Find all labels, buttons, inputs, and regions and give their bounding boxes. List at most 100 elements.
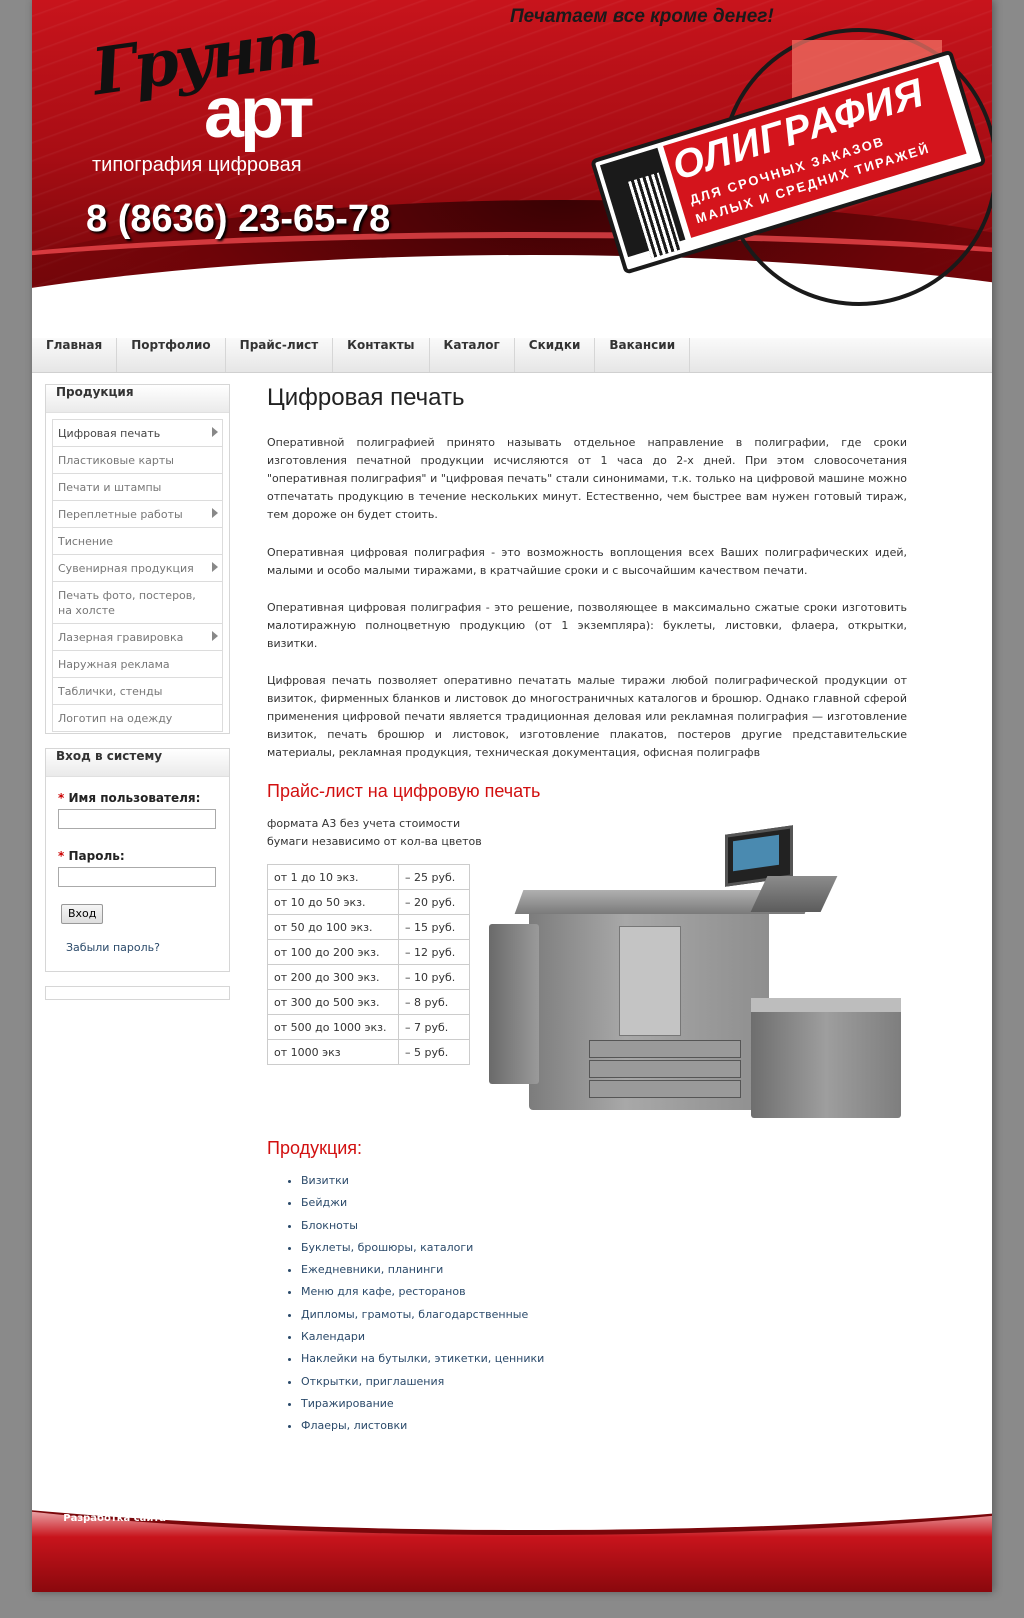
sidebar-item[interactable]: Цифровая печать bbox=[53, 420, 222, 447]
product-link[interactable]: Тиражирование bbox=[301, 1393, 544, 1415]
login-box: Вход в систему * Имя пользователя: * Пар… bbox=[45, 748, 230, 972]
paragraph-4: Цифровая печать позволяет оперативно печ… bbox=[267, 674, 907, 759]
product-list: ВизиткиБейджиБлокнотыБуклеты, брошюры, к… bbox=[287, 1170, 544, 1438]
sidebar-item[interactable]: Печати и штампы bbox=[53, 474, 222, 501]
price-value-cell: – 15 руб. bbox=[398, 914, 470, 940]
developer-credit[interactable]: Разработка сайта – Станислав Романов bbox=[32, 1511, 322, 1527]
header-banner: Печатаем все кроме денег! Грунт арт типо… bbox=[32, 0, 992, 345]
page-title: Цифровая печать bbox=[267, 384, 465, 411]
products-menu: Продукция Цифровая печать Пластиковые кар… bbox=[45, 384, 230, 734]
price-value-cell: – 10 руб. bbox=[398, 964, 470, 990]
product-link[interactable]: Открытки, приглашения bbox=[301, 1371, 544, 1393]
password-label: * Пароль: bbox=[58, 849, 125, 863]
empty-sidebar-box bbox=[45, 986, 230, 1000]
sidebar-item-label: Сувенирная продукция bbox=[58, 562, 194, 575]
price-value-cell: – 7 руб. bbox=[398, 1014, 470, 1040]
nav-item-price-list[interactable]: Прайс-лист bbox=[226, 338, 334, 372]
slogan: Печатаем все кроме денег! bbox=[510, 6, 774, 27]
price-row: от 300 до 500 экз. – 8 руб. bbox=[267, 989, 470, 1015]
product-link[interactable]: Дипломы, грамоты, благодарственные bbox=[301, 1304, 544, 1326]
products-title: Продукция: bbox=[267, 1138, 363, 1158]
sidebar-item-label: Тиснение bbox=[58, 535, 113, 548]
product-link[interactable]: Бейджи bbox=[301, 1192, 544, 1214]
sidebar-item[interactable]: Печать фото, постеров, на холсте bbox=[53, 582, 222, 624]
price-value-cell: – 12 руб. bbox=[398, 939, 470, 965]
price-row: от 50 до 100 экз. – 15 руб. bbox=[267, 914, 470, 940]
price-row: от 1 до 10 экз. – 25 руб. bbox=[267, 864, 470, 890]
sidebar-item-label: Печать фото, постеров, на холсте bbox=[58, 589, 196, 617]
products-menu-title: Продукция bbox=[46, 385, 229, 413]
sidebar-item[interactable]: Наружная реклама bbox=[53, 651, 222, 678]
price-range-cell: от 10 до 50 экз. bbox=[267, 889, 399, 915]
price-row: от 200 до 300 экз. – 10 руб. bbox=[267, 964, 470, 990]
forgot-password-link[interactable]: Забыли пароль? bbox=[66, 941, 160, 954]
price-range-cell: от 100 до 200 экз. bbox=[267, 939, 399, 965]
price-range-cell: от 1 до 10 экз. bbox=[267, 864, 399, 890]
logo-subtitle: типография цифровая bbox=[92, 154, 302, 176]
sidebar-item[interactable]: Тиснение bbox=[53, 528, 222, 555]
price-value-cell: – 5 руб. bbox=[398, 1039, 470, 1065]
paragraph-3: Оперативная цифровая полиграфия - это ре… bbox=[267, 601, 907, 650]
sidebar-item[interactable]: Пластиковые карты bbox=[53, 447, 222, 474]
price-table: от 1 до 10 экз. – 25 руб. от 10 до 50 экз.… bbox=[267, 864, 470, 1065]
price-note: формата А3 без учета стоимости бумаги не… bbox=[267, 817, 482, 848]
page: Печатаем все кроме денег! Грунт арт типо… bbox=[32, 0, 992, 1592]
nav-item-catalog[interactable]: Каталог bbox=[430, 338, 515, 372]
sidebar-item-label: Лазерная гравировка bbox=[58, 631, 184, 644]
price-value-cell: – 8 руб. bbox=[398, 989, 470, 1015]
sidebar-item[interactable]: Таблички, стенды bbox=[53, 678, 222, 705]
price-row: от 10 до 50 экз. – 20 руб. bbox=[267, 889, 470, 915]
price-value-cell: – 20 руб. bbox=[398, 889, 470, 915]
product-link[interactable]: Буклеты, брошюры, каталоги bbox=[301, 1237, 544, 1259]
nav-item-home[interactable]: Главная bbox=[32, 338, 118, 372]
product-link[interactable]: Блокноты bbox=[301, 1215, 544, 1237]
submenu-arrow-icon bbox=[212, 427, 218, 437]
submenu-arrow-icon bbox=[212, 562, 218, 572]
paragraph-1: Оперативной полиграфией принято называть… bbox=[267, 436, 907, 521]
products-menu-list: Цифровая печать Пластиковые карты Печати и… bbox=[52, 419, 223, 732]
password-input[interactable] bbox=[58, 867, 216, 887]
sidebar-item[interactable]: Логотип на одежду bbox=[53, 705, 222, 731]
price-list-title: Прайс-лист на цифровую печать bbox=[267, 781, 541, 801]
product-link[interactable]: Наклейки на бутылки, этикетки, ценники bbox=[301, 1348, 544, 1370]
sidebar-item-label: Цифровая печать bbox=[58, 427, 161, 440]
price-row: от 500 до 1000 экз. – 7 руб. bbox=[267, 1014, 470, 1040]
sidebar-item-label: Переплетные работы bbox=[58, 508, 183, 521]
username-input[interactable] bbox=[58, 809, 216, 829]
product-link[interactable]: Визитки bbox=[301, 1170, 544, 1192]
product-link[interactable]: Ежедневники, планинги bbox=[301, 1259, 544, 1281]
paragraph-2: Оперативная цифровая полиграфия - это во… bbox=[267, 546, 907, 577]
username-label: * Имя пользователя: bbox=[58, 791, 201, 805]
price-range-cell: от 50 до 100 экз. bbox=[267, 914, 399, 940]
price-range-cell: от 1000 экз bbox=[267, 1039, 399, 1065]
price-row: от 100 до 200 экз. – 12 руб. bbox=[267, 939, 470, 965]
submenu-arrow-icon bbox=[212, 631, 218, 641]
price-value-cell: – 25 руб. bbox=[398, 864, 470, 890]
nav-item-contacts[interactable]: Контакты bbox=[333, 338, 430, 372]
sidebar-item-label: Пластиковые карты bbox=[58, 454, 174, 467]
nav-item-portfolio[interactable]: Портфолио bbox=[117, 338, 226, 372]
footer bbox=[32, 1470, 992, 1592]
required-mark: * bbox=[58, 849, 65, 863]
submenu-arrow-icon bbox=[212, 508, 218, 518]
copyright-text: © Грунт Арт 2011 bbox=[126, 1497, 228, 1508]
sidebar-item[interactable]: Лазерная гравировка bbox=[53, 624, 222, 651]
sidebar-item-label: Таблички, стенды bbox=[58, 685, 163, 698]
price-range-cell: от 300 до 500 экз. bbox=[267, 989, 399, 1015]
login-button[interactable]: Вход bbox=[61, 904, 104, 924]
login-title: Вход в систему bbox=[46, 749, 229, 777]
price-range-cell: от 500 до 1000 экз. bbox=[267, 1014, 399, 1040]
main-nav: Главная Портфолио Прайс-лист Контакты Ка… bbox=[32, 338, 992, 373]
sidebar-item[interactable]: Переплетные работы bbox=[53, 501, 222, 528]
required-mark: * bbox=[58, 791, 65, 805]
nav-item-discounts[interactable]: Скидки bbox=[515, 338, 596, 372]
product-link[interactable]: Меню для кафе, ресторанов bbox=[301, 1281, 544, 1303]
sidebar-item[interactable]: Сувенирная продукция bbox=[53, 555, 222, 582]
footer-credits: © Грунт Арт 2011 Разработка сайта – Стан… bbox=[32, 1495, 322, 1527]
product-link[interactable]: Флаеры, листовки bbox=[301, 1415, 544, 1437]
price-row: от 1000 экз – 5 руб. bbox=[267, 1039, 470, 1065]
sidebar-item-label: Наружная реклама bbox=[58, 658, 170, 671]
sidebar-item-label: Печати и штампы bbox=[58, 481, 162, 494]
product-link[interactable]: Календари bbox=[301, 1326, 544, 1348]
nav-item-vacancies[interactable]: Вакансии bbox=[595, 338, 691, 372]
